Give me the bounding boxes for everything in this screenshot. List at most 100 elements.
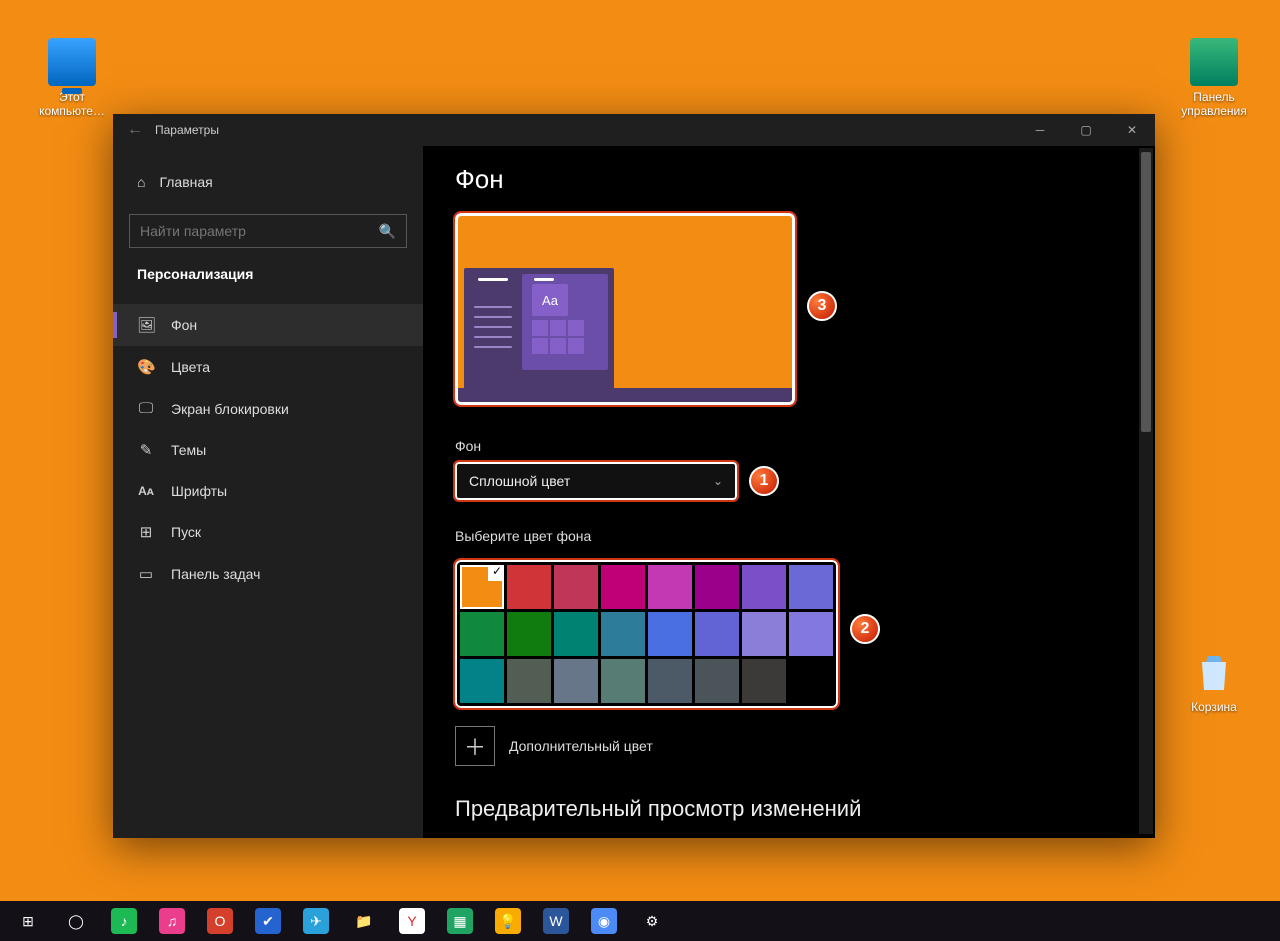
background-preview: Aa [455, 213, 795, 405]
sidebar-item-label: Шрифты [171, 483, 227, 499]
color-swatch[interactable] [601, 659, 645, 703]
taskbar-opera[interactable]: O [198, 901, 242, 941]
scrollbar-thumb[interactable] [1141, 152, 1151, 432]
taskbar-icon: ▭ [137, 565, 155, 583]
lockscreen-icon: 🖵 [137, 400, 155, 417]
desktop-icon-this-pc[interactable]: Этот компьюте… [34, 38, 110, 118]
sidebar: ⌂ Главная 🔍 Персонализация 🖼 Фон 🎨 Цвета… [113, 146, 423, 838]
color-swatch[interactable] [695, 565, 739, 609]
sidebar-item-lockscreen[interactable]: 🖵 Экран блокировки [113, 388, 423, 429]
desktop-icon-label: Панель управления [1176, 90, 1252, 118]
color-swatch[interactable] [460, 659, 504, 703]
color-swatch[interactable] [460, 612, 504, 656]
desktop-icon-recycle-bin[interactable]: Корзина [1176, 648, 1252, 714]
chevron-down-icon: ⌄ [713, 474, 723, 488]
color-swatch[interactable] [460, 565, 504, 609]
color-swatch[interactable] [742, 612, 786, 656]
minimize-button[interactable]: ─ [1017, 114, 1063, 146]
taskbar-chrome[interactable]: ◉ [582, 901, 626, 941]
itunes-icon: ♫ [159, 908, 185, 934]
window-title: Параметры [149, 123, 219, 137]
sidebar-item-label: Панель задач [171, 566, 260, 582]
taskbar-yandex[interactable]: Y [390, 901, 434, 941]
titlebar[interactable]: ← Параметры ─ ▢ ✕ [113, 114, 1155, 146]
color-swatch[interactable] [789, 565, 833, 609]
taskbar-explorer[interactable]: 📁 [342, 901, 386, 941]
maximize-button[interactable]: ▢ [1063, 114, 1109, 146]
explorer-icon: 📁 [351, 908, 377, 934]
taskbar-sheets[interactable]: ▦ [438, 901, 482, 941]
sidebar-item-themes[interactable]: ✎ Темы [113, 429, 423, 471]
taskbar-settings[interactable]: ⚙ [630, 901, 674, 941]
color-swatch[interactable] [507, 612, 551, 656]
taskbar-start[interactable]: ⊞ [6, 901, 50, 941]
background-type-label: Фон [455, 438, 1123, 454]
content-scrollbar[interactable] [1139, 148, 1153, 834]
sidebar-item-taskbar[interactable]: ▭ Панель задач [113, 553, 423, 595]
taskbar-itunes[interactable]: ♫ [150, 901, 194, 941]
taskbar-todo[interactable]: ✔ [246, 901, 290, 941]
sidebar-item-fonts[interactable]: Aᴀ Шрифты [113, 471, 423, 511]
back-button[interactable]: ← [121, 116, 149, 144]
home-link[interactable]: ⌂ Главная [113, 164, 423, 200]
color-swatch[interactable] [789, 612, 833, 656]
recycle-bin-icon [1190, 648, 1238, 696]
sidebar-item-colors[interactable]: 🎨 Цвета [113, 346, 423, 388]
custom-color-label: Дополнительный цвет [509, 738, 653, 754]
dropdown-value: Сплошной цвет [469, 473, 570, 489]
color-swatch[interactable] [742, 659, 786, 703]
word-icon: W [543, 908, 569, 934]
desktop-icon-label: Этот компьюте… [34, 90, 110, 118]
palette-icon: 🎨 [137, 358, 155, 376]
color-swatch[interactable] [695, 659, 739, 703]
sheets-icon: ▦ [447, 908, 473, 934]
custom-color-button[interactable]: ＋ Дополнительный цвет [455, 726, 1123, 766]
color-swatch[interactable] [742, 565, 786, 609]
color-swatch[interactable] [507, 659, 551, 703]
close-button[interactable]: ✕ [1109, 114, 1155, 146]
taskbar: ⊞◯♪ ♫ O ✔ ✈ 📁 Y ▦ 💡 W ◉ ⚙ [0, 901, 1280, 941]
search-box[interactable]: 🔍 [129, 214, 407, 248]
sidebar-item-label: Темы [171, 442, 206, 458]
taskbar-spotify[interactable]: ♪ [102, 901, 146, 941]
picture-icon: 🖼 [137, 316, 155, 334]
color-swatch[interactable] [554, 612, 598, 656]
keep-icon: 💡 [495, 908, 521, 934]
color-swatch[interactable] [648, 612, 692, 656]
settings-icon: ⚙ [639, 908, 665, 934]
control-panel-icon [1190, 38, 1238, 86]
color-swatch[interactable] [554, 659, 598, 703]
sidebar-item-label: Экран блокировки [171, 401, 289, 417]
todo-icon: ✔ [255, 908, 281, 934]
plus-icon: ＋ [455, 726, 495, 766]
sidebar-item-background[interactable]: 🖼 Фон [113, 304, 423, 346]
color-picker-label: Выберите цвет фона [455, 528, 1123, 544]
home-icon: ⌂ [137, 174, 145, 190]
opera-icon: O [207, 908, 233, 934]
taskbar-telegram[interactable]: ✈ [294, 901, 338, 941]
search-icon: 🔍 [379, 223, 396, 240]
settings-window: ← Параметры ─ ▢ ✕ ⌂ Главная 🔍 Персонализ… [113, 114, 1155, 838]
color-swatch[interactable] [554, 565, 598, 609]
desktop-icon-control-panel[interactable]: Панель управления [1176, 38, 1252, 118]
page-heading: Фон [455, 164, 1123, 195]
taskbar-cortana[interactable]: ◯ [54, 901, 98, 941]
color-swatch[interactable] [648, 565, 692, 609]
sidebar-item-start[interactable]: ⊞ Пуск [113, 511, 423, 553]
background-type-dropdown[interactable]: Сплошной цвет ⌄ [455, 462, 737, 500]
color-swatch[interactable] [601, 612, 645, 656]
color-swatch-grid [460, 565, 833, 703]
taskbar-keep[interactable]: 💡 [486, 901, 530, 941]
taskbar-word[interactable]: W [534, 901, 578, 941]
color-swatch[interactable] [648, 659, 692, 703]
color-swatch[interactable] [695, 612, 739, 656]
preview-changes-heading: Предварительный просмотр изменений [455, 796, 1123, 822]
yandex-icon: Y [399, 908, 425, 934]
start-icon: ⊞ [137, 523, 155, 541]
color-swatch[interactable] [507, 565, 551, 609]
fonts-icon: Aᴀ [137, 484, 155, 498]
color-swatch[interactable] [601, 565, 645, 609]
callout-2: 2 [850, 614, 880, 644]
search-input[interactable] [140, 223, 379, 239]
color-swatch[interactable] [789, 659, 833, 703]
